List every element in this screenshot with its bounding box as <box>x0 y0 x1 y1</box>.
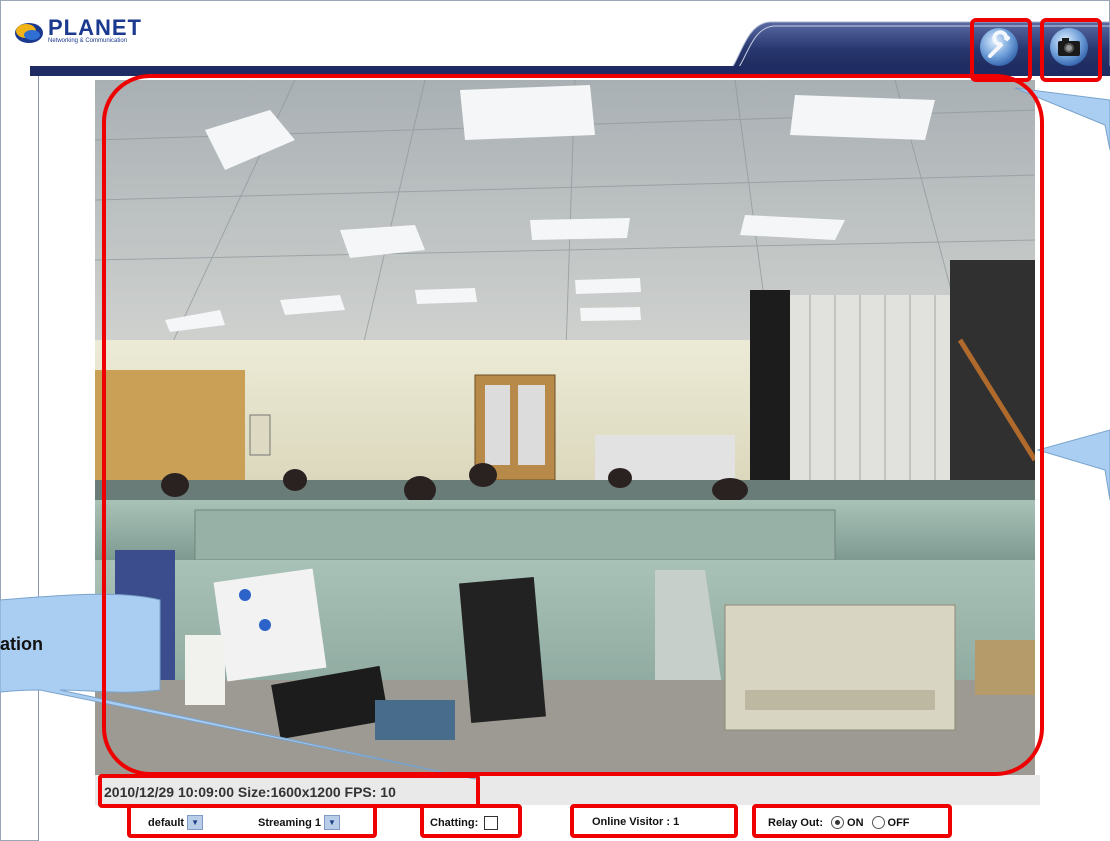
callout-text: ation <box>0 634 43 654</box>
highlight-settings <box>970 18 1032 82</box>
highlight-online-visitor <box>570 804 738 838</box>
highlight-snapshot <box>1040 18 1102 82</box>
highlight-status <box>98 774 480 808</box>
highlight-video <box>102 74 1044 776</box>
callout-pointer-right <box>1036 429 1110 501</box>
highlight-relay <box>752 804 952 838</box>
highlight-stream-selects <box>127 804 377 838</box>
highlight-chatting <box>420 804 522 838</box>
